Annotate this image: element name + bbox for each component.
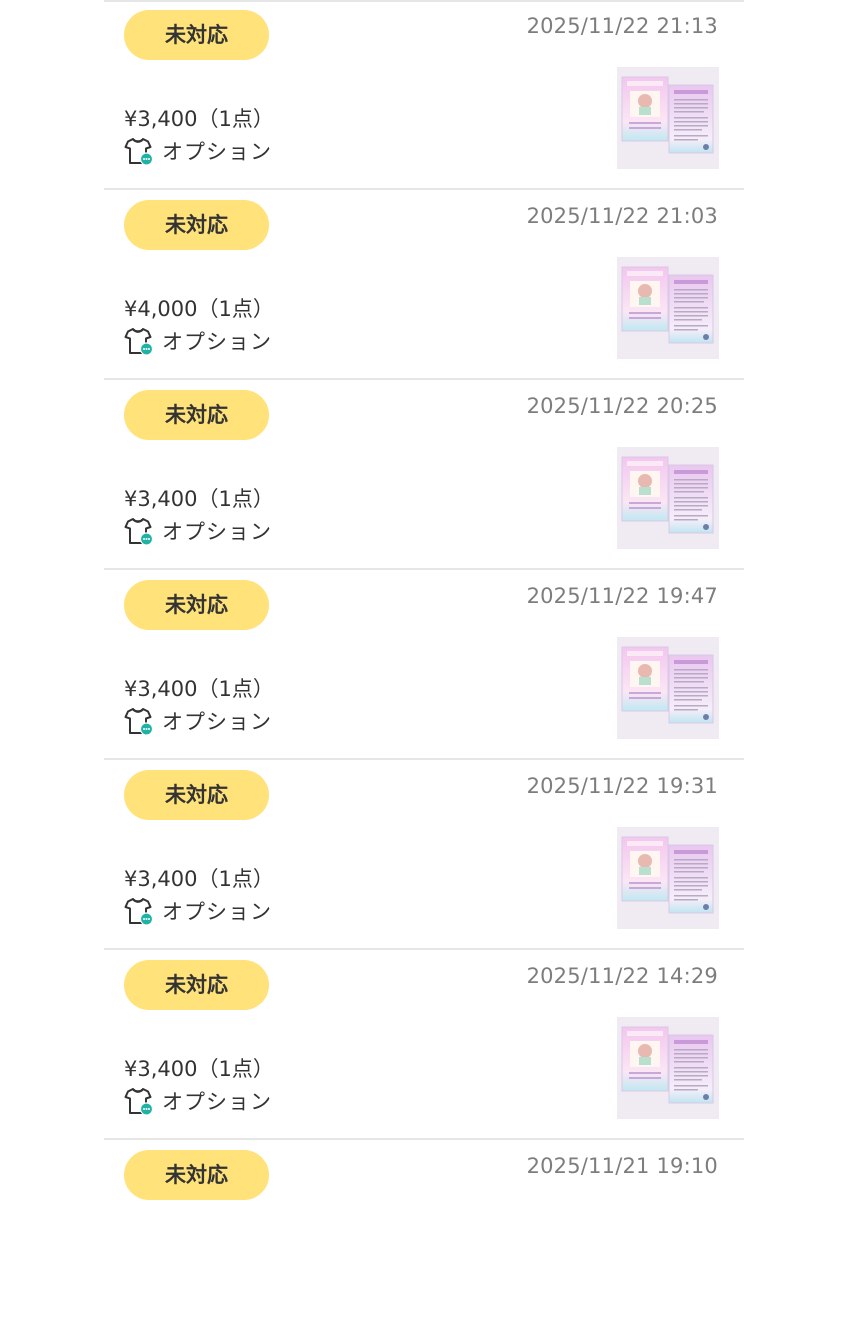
order-option: オプション [124, 136, 272, 166]
order-date: 2025/11/22 21:13 [526, 14, 718, 38]
t-shirt-icon [124, 896, 154, 926]
option-label: オプション [162, 1090, 272, 1114]
order-price: ¥3,400（1点） [124, 677, 274, 701]
t-shirt-icon [124, 326, 154, 356]
status-badge: 未対応 [124, 390, 269, 440]
order-list: 未対応 2025/11/22 21:13 ¥3,400（1点） オプション 未対… [104, 0, 744, 1328]
order-option: オプション [124, 706, 272, 736]
order-date: 2025/11/22 14:29 [526, 964, 718, 988]
order-row[interactable]: 未対応 2025/11/22 19:47 ¥3,400（1点） オプション [104, 570, 744, 760]
order-price: ¥3,400（1点） [124, 1057, 274, 1081]
option-label: オプション [162, 330, 272, 354]
order-date: 2025/11/22 21:03 [526, 204, 718, 228]
order-option: オプション [124, 326, 272, 356]
order-price: ¥3,400（1点） [124, 487, 274, 511]
order-date: 2025/11/22 20:25 [526, 394, 718, 418]
order-price: ¥3,400（1点） [124, 107, 274, 131]
order-date: 2025/11/22 19:47 [526, 584, 718, 608]
product-thumbnail [617, 257, 719, 359]
product-thumbnail [617, 1017, 719, 1119]
status-badge: 未対応 [124, 1150, 269, 1200]
option-label: オプション [162, 520, 272, 544]
order-date: 2025/11/22 19:31 [526, 774, 718, 798]
order-option: オプション [124, 896, 272, 926]
order-option: オプション [124, 1086, 272, 1116]
t-shirt-icon [124, 516, 154, 546]
order-price: ¥4,000（1点） [124, 297, 274, 321]
option-label: オプション [162, 710, 272, 734]
status-badge: 未対応 [124, 770, 269, 820]
order-row[interactable]: 未対応 2025/11/22 21:13 ¥3,400（1点） オプション [104, 0, 744, 190]
order-row[interactable]: 未対応 2025/11/21 19:10 [104, 1140, 744, 1328]
t-shirt-icon [124, 706, 154, 736]
order-price: ¥3,400（1点） [124, 867, 274, 891]
order-row[interactable]: 未対応 2025/11/22 21:03 ¥4,000（1点） オプション [104, 190, 744, 380]
order-row[interactable]: 未対応 2025/11/22 20:25 ¥3,400（1点） オプション [104, 380, 744, 570]
product-thumbnail [617, 67, 719, 169]
product-thumbnail [617, 447, 719, 549]
order-date: 2025/11/21 19:10 [526, 1154, 718, 1178]
product-thumbnail [617, 827, 719, 929]
status-badge: 未対応 [124, 10, 269, 60]
t-shirt-icon [124, 136, 154, 166]
status-badge: 未対応 [124, 200, 269, 250]
order-row[interactable]: 未対応 2025/11/22 19:31 ¥3,400（1点） オプション [104, 760, 744, 950]
order-row[interactable]: 未対応 2025/11/22 14:29 ¥3,400（1点） オプション [104, 950, 744, 1140]
t-shirt-icon [124, 1086, 154, 1116]
status-badge: 未対応 [124, 580, 269, 630]
option-label: オプション [162, 140, 272, 164]
status-badge: 未対応 [124, 960, 269, 1010]
product-thumbnail [617, 637, 719, 739]
order-option: オプション [124, 516, 272, 546]
option-label: オプション [162, 900, 272, 924]
